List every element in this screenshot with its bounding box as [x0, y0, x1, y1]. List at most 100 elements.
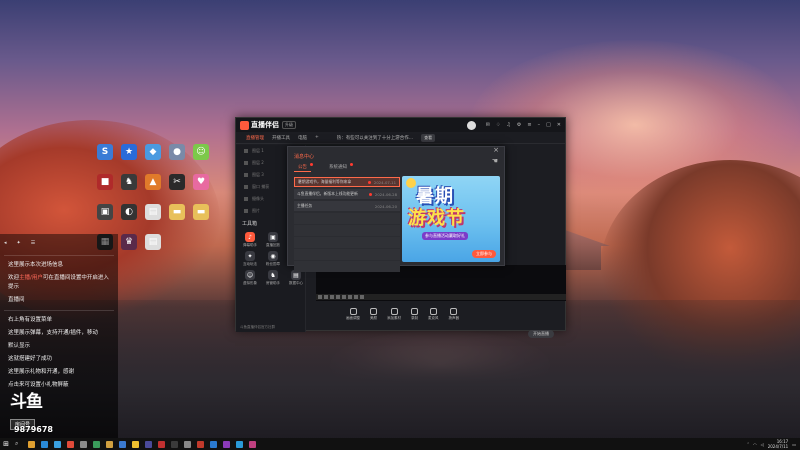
- toolbox-tool[interactable]: ✦ 互动玩法: [239, 251, 261, 267]
- bottom-tool-button[interactable]: 麦克风: [428, 308, 439, 321]
- taskbar-app-icon[interactable]: [184, 440, 192, 448]
- chat-tips-list: 右上角有设置菜单 这里展示弹幕，支持开通/插件，移动 默认显示 这就搭建好了成功 这里展…: [0, 314, 118, 392]
- desktop-shortcut[interactable]: ◆: [142, 144, 164, 161]
- desktop-shortcut[interactable]: ▬: [166, 204, 188, 221]
- taskbar-app-icon[interactable]: [54, 440, 62, 448]
- tool-label: 弹幕助手: [243, 243, 257, 247]
- tab-computer[interactable]: 电脑: [298, 135, 307, 141]
- toolbox-tool[interactable]: ▣ 直播回放: [262, 232, 284, 248]
- taskbar-app-icon[interactable]: [80, 440, 88, 448]
- network-icon[interactable]: ◠: [753, 442, 757, 447]
- taskbar-app-icon[interactable]: [158, 440, 166, 448]
- desktop-app-icon: ★: [121, 144, 137, 160]
- announcement-item[interactable]: 暑期游戏节，海量福利等你来拿 2024-07-11: [294, 177, 400, 187]
- desktop-shortcut[interactable]: ▤: [142, 234, 164, 251]
- chat-tip: 这里展示弹幕，支持开通/插件，移动: [8, 330, 98, 336]
- desktop-shortcut[interactable]: ▲: [142, 174, 164, 191]
- tab-tools[interactable]: 开播工具: [272, 135, 290, 141]
- volume-icon[interactable]: ◁: [761, 442, 764, 447]
- maximize-icon[interactable]: □: [546, 122, 551, 128]
- desktop-shortcut[interactable]: ▬: [190, 204, 212, 221]
- tab-live-manage[interactable]: 直播管理: [246, 135, 264, 141]
- start-live-button[interactable]: 开始直播: [528, 330, 554, 338]
- taskbar-app-icon[interactable]: [119, 440, 127, 448]
- banner-join-button[interactable]: 立即参与: [472, 250, 496, 258]
- desktop-shortcut[interactable]: ☺: [190, 144, 212, 161]
- desktop-shortcut[interactable]: ■: [94, 174, 116, 191]
- desktop-shortcut[interactable]: ♥: [190, 174, 212, 191]
- bottom-tool-button[interactable]: 美颜: [370, 308, 377, 321]
- desktop-shortcut[interactable]: ♛: [118, 234, 140, 251]
- taskbar-clock[interactable]: 16:17 2024/7/11: [768, 439, 789, 449]
- toolbox-tool[interactable]: ☺ 虚拟形象: [239, 270, 261, 286]
- windows-start-icon[interactable]: ⊞: [0, 438, 12, 450]
- desktop-shortcut[interactable]: ▤: [142, 204, 164, 221]
- taskbar-app-icon[interactable]: [41, 440, 49, 448]
- notice-view-button[interactable]: 查看: [421, 133, 436, 142]
- toolbox-tool[interactable]: ◉ 粉丝勋章: [262, 251, 284, 267]
- popup-tab-system[interactable]: 系统通知: [325, 163, 353, 172]
- desktop-shortcut[interactable]: ★: [118, 144, 140, 161]
- popup-tab-announcement[interactable]: 公告: [294, 163, 313, 172]
- announcement-date: 2024-06-28: [374, 191, 397, 197]
- unread-dot: [368, 192, 372, 196]
- summer-game-fest-banner[interactable]: 暑期 游戏节 参与直播活动赢取好礼 立即参与: [402, 176, 500, 262]
- toolbox-tool[interactable]: ♪ 弹幕助手: [239, 232, 261, 248]
- announcement-item[interactable]: 主播任务 2024-06-20: [294, 201, 400, 211]
- taskbar-app-icon[interactable]: [210, 440, 218, 448]
- taskbar-app-icon[interactable]: [67, 440, 75, 448]
- scene-source-label: 图层 1: [252, 148, 264, 153]
- taskbar-app-icon[interactable]: [93, 440, 101, 448]
- bottom-tool-button[interactable]: 画面调整: [346, 308, 360, 321]
- bottom-tool-label: 画面调整: [346, 316, 360, 320]
- popup-title: 消息中心: [294, 154, 315, 160]
- taskbar-app-icon[interactable]: [197, 440, 205, 448]
- bottom-tool-button[interactable]: 录制: [411, 308, 418, 321]
- tool-label: 虚拟形象: [243, 281, 257, 285]
- taskbar-app-icon[interactable]: [223, 440, 231, 448]
- scene-source-label: 摄像头: [252, 196, 264, 201]
- user-avatar[interactable]: [466, 120, 476, 130]
- taskbar-app-icon[interactable]: [171, 440, 179, 448]
- gear-icon[interactable]: ⚙: [517, 122, 521, 128]
- app-upgrade-badge[interactable]: 升级: [282, 121, 296, 129]
- desktop-shortcut[interactable]: ●: [166, 144, 188, 161]
- app-titlebar[interactable]: 直播伴侣 升级 ✉ ♢ ♫ ⚙ ≡ – □ ✕: [236, 118, 565, 132]
- chat-message-highlight: 主播/用户: [19, 275, 43, 281]
- minimize-icon[interactable]: –: [538, 122, 541, 128]
- announcement-title: 斗鱼直播伴侣，新版本上线功能更新: [297, 191, 358, 196]
- window-controls: ✉ ♢ ♫ ⚙ ≡ – □ ✕: [466, 120, 561, 130]
- desktop-shortcut[interactable]: S: [94, 144, 116, 161]
- desktop-app-icon: ◐: [121, 204, 137, 220]
- desktop-shortcut[interactable]: ♞: [118, 174, 140, 191]
- desktop-shortcut[interactable]: ✂: [166, 174, 188, 191]
- taskbar-app-icon[interactable]: [106, 440, 114, 448]
- bell-icon[interactable]: ♫: [506, 122, 510, 128]
- taskbar-app-icon[interactable]: [132, 440, 140, 448]
- add-tab-icon[interactable]: +: [315, 135, 319, 140]
- desktop-shortcut[interactable]: ▣: [94, 204, 116, 221]
- taskbar-app-icon[interactable]: [145, 440, 153, 448]
- room-number: 9879678: [14, 425, 53, 434]
- shirt-icon[interactable]: ♢: [496, 122, 500, 128]
- taskbar-app-icon[interactable]: [249, 440, 257, 448]
- menu-icon[interactable]: ≡: [527, 122, 531, 128]
- bottom-tool-button[interactable]: 添加素材: [387, 308, 401, 321]
- taskbar-app-icon[interactable]: [236, 440, 244, 448]
- chevron-up-icon[interactable]: ˄: [747, 442, 749, 447]
- toolbox-tool[interactable]: ♞ 房管助手: [262, 270, 284, 286]
- taskbar-app-icon[interactable]: [28, 440, 36, 448]
- chat-divider: [4, 310, 114, 311]
- bottom-tool-button[interactable]: 扬声器: [448, 308, 460, 321]
- close-icon[interactable]: ✕: [557, 122, 561, 128]
- popup-close-icon[interactable]: ×: [493, 146, 499, 154]
- bottom-tool-label: 扬声器: [448, 316, 460, 320]
- mail-icon[interactable]: ✉: [486, 122, 490, 128]
- desktop-app-icon: ▣: [97, 204, 113, 220]
- app-footer-link[interactable]: 斗鱼直播伴侣官方社群: [236, 322, 306, 332]
- desktop-shortcut[interactable]: ◐: [118, 204, 140, 221]
- bottom-tool-icon: [429, 308, 437, 315]
- search-icon[interactable]: ⌕: [12, 440, 21, 448]
- notification-icon[interactable]: ▭: [792, 442, 796, 447]
- announcement-item[interactable]: 斗鱼直播伴侣，新版本上线功能更新 2024-06-28: [294, 189, 400, 199]
